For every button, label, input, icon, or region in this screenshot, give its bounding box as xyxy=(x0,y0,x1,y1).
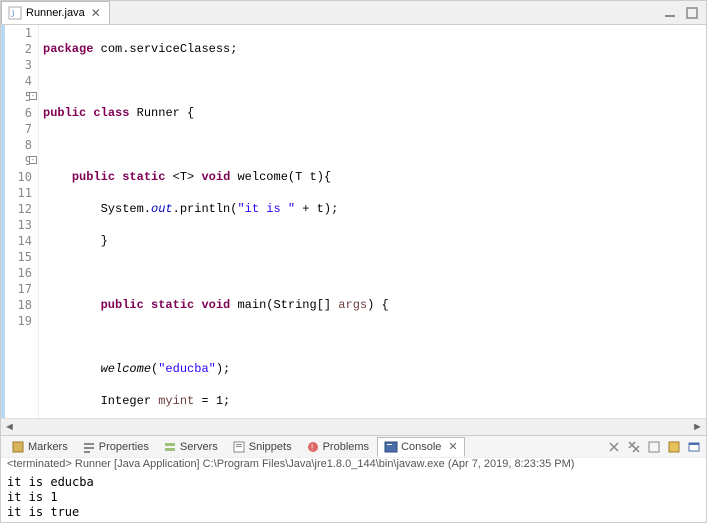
scrollbar-track[interactable] xyxy=(18,420,689,435)
editor-tab-runner[interactable]: J Runner.java ✕ xyxy=(1,1,110,24)
scroll-left-icon[interactable]: ◄ xyxy=(1,420,18,435)
bottom-tabbar: Markers Properties Servers Snippets ! Pr… xyxy=(1,435,706,457)
java-file-icon: J xyxy=(8,6,22,20)
scroll-right-icon[interactable]: ► xyxy=(689,420,706,435)
console-header: <terminated> Runner [Java Application] C… xyxy=(1,457,706,473)
line-number-gutter: 1 2 3 4 5- 6 7 8 9- 10 11 12 13 14 15 16… xyxy=(5,25,39,418)
snippets-icon xyxy=(232,440,246,454)
problems-icon: ! xyxy=(306,440,320,454)
tab-snippets[interactable]: Snippets xyxy=(226,438,298,456)
properties-icon xyxy=(82,440,96,454)
console-icon xyxy=(384,440,398,454)
open-console-icon[interactable] xyxy=(686,439,702,455)
servers-icon xyxy=(163,440,177,454)
display-selected-console-icon[interactable] xyxy=(666,439,682,455)
code-area[interactable]: package com.serviceClasess; public class… xyxy=(39,25,706,418)
tab-problems[interactable]: ! Problems xyxy=(300,438,375,456)
svg-text:!: ! xyxy=(311,443,313,452)
editor-tabbar: J Runner.java ✕ xyxy=(1,1,706,25)
fold-icon[interactable]: - xyxy=(29,156,37,164)
tab-markers[interactable]: Markers xyxy=(5,438,74,456)
tab-console[interactable]: Console ✕ xyxy=(377,437,465,457)
code-editor[interactable]: 1 2 3 4 5- 6 7 8 9- 10 11 12 13 14 15 16… xyxy=(1,25,706,418)
svg-text:J: J xyxy=(11,9,15,19)
close-icon[interactable]: ✕ xyxy=(89,6,103,20)
remove-all-icon[interactable] xyxy=(626,439,642,455)
close-icon[interactable]: ✕ xyxy=(444,440,457,453)
editor-tab-label: Runner.java xyxy=(26,7,85,19)
maximize-icon[interactable] xyxy=(684,5,700,21)
pin-console-icon[interactable] xyxy=(646,439,662,455)
remove-launch-icon[interactable] xyxy=(606,439,622,455)
tab-properties[interactable]: Properties xyxy=(76,438,155,456)
tab-servers[interactable]: Servers xyxy=(157,438,224,456)
minimize-icon[interactable] xyxy=(662,5,678,21)
console-output[interactable]: it is educba it is 1 it is true xyxy=(1,473,706,522)
markers-icon xyxy=(11,440,25,454)
horizontal-scrollbar[interactable]: ◄ ► xyxy=(1,418,706,435)
fold-icon[interactable]: - xyxy=(29,92,37,100)
